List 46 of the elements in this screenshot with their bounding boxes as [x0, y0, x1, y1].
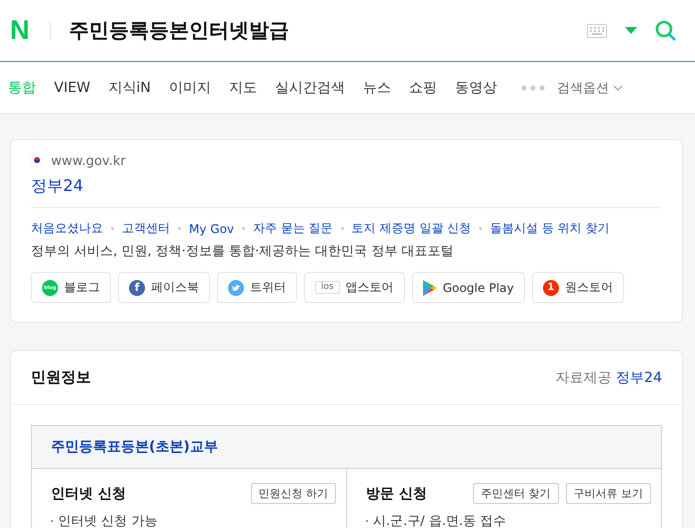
site-description: 정부의 서비스, 민원, 정책·정보를 통합·제공하는 대한민국 정부 대표포털: [31, 243, 454, 260]
site-link[interactable]: 고객센터: [122, 220, 170, 237]
service-title-link[interactable]: 주민등록표등본(초본)교부: [51, 438, 218, 456]
source-label: 자료제공: [556, 370, 612, 386]
play-triangle-icon: [422, 280, 437, 296]
channel-button[interactable]: f 페이스북: [118, 272, 210, 303]
section-title: 민원정보: [31, 368, 91, 387]
channel-button[interactable]: 1 원스토어: [532, 272, 624, 303]
keyboard-icon[interactable]: [587, 24, 607, 38]
site-link[interactable]: 처음오셨나요: [31, 220, 103, 237]
search-options-button[interactable]: 검색옵션: [556, 78, 623, 96]
column-title: 방문 신청: [366, 484, 427, 502]
search-icon[interactable]: [655, 20, 677, 42]
search-tab[interactable]: 뉴스: [362, 78, 399, 96]
dropdown-arrow-icon[interactable]: [625, 26, 637, 34]
facebook-icon: f: [129, 280, 145, 296]
site-link[interactable]: 토지 제증명 일괄 신청: [352, 220, 472, 237]
search-tab[interactable]: 동영상: [454, 78, 505, 96]
onestore-icon: 1: [542, 280, 559, 296]
source-link[interactable]: 정부24: [616, 370, 662, 386]
channel-button[interactable]: 트위터: [217, 272, 297, 303]
action-button[interactable]: 주민센터 찾기: [473, 483, 558, 504]
site-url[interactable]: www.gov.kr: [51, 154, 126, 168]
site-link[interactable]: My Gov: [189, 222, 234, 236]
column-title: 인터넷 신청: [51, 484, 126, 502]
channel-button[interactable]: ios 앱스토어: [304, 272, 405, 303]
action-button[interactable]: 민원신청 하기: [250, 483, 336, 504]
site-link[interactable]: 돌봄시설 등 위치 찾기: [490, 220, 610, 237]
site-link[interactable]: 자주 묻는 질문: [253, 220, 333, 237]
search-tab[interactable]: 이미지: [168, 78, 219, 96]
search-tab[interactable]: 쇼핑: [408, 78, 445, 96]
more-icon[interactable]: [520, 84, 545, 90]
action-button[interactable]: 구비서류 보기: [566, 483, 651, 504]
search-tab[interactable]: 지식iN: [108, 78, 159, 96]
ios-badge: ios: [315, 281, 340, 294]
info-item: 인터넷 신청 가능: [58, 513, 158, 528]
chevron-down-icon: [612, 84, 623, 90]
channel-button[interactable]: Google Play: [412, 272, 525, 303]
site-title-link[interactable]: 정부24: [31, 176, 84, 197]
search-tab[interactable]: 실시간검색: [274, 78, 353, 96]
search-tab[interactable]: 지도: [228, 78, 265, 96]
bird-icon: [228, 280, 244, 296]
search-query[interactable]: 주민등록등본인터넷발급: [69, 17, 289, 44]
emblem-icon: [31, 155, 43, 167]
search-tab[interactable]: VIEW: [54, 80, 98, 96]
info-item: 시.군.구/ 읍.면.동 접수: [373, 513, 506, 528]
